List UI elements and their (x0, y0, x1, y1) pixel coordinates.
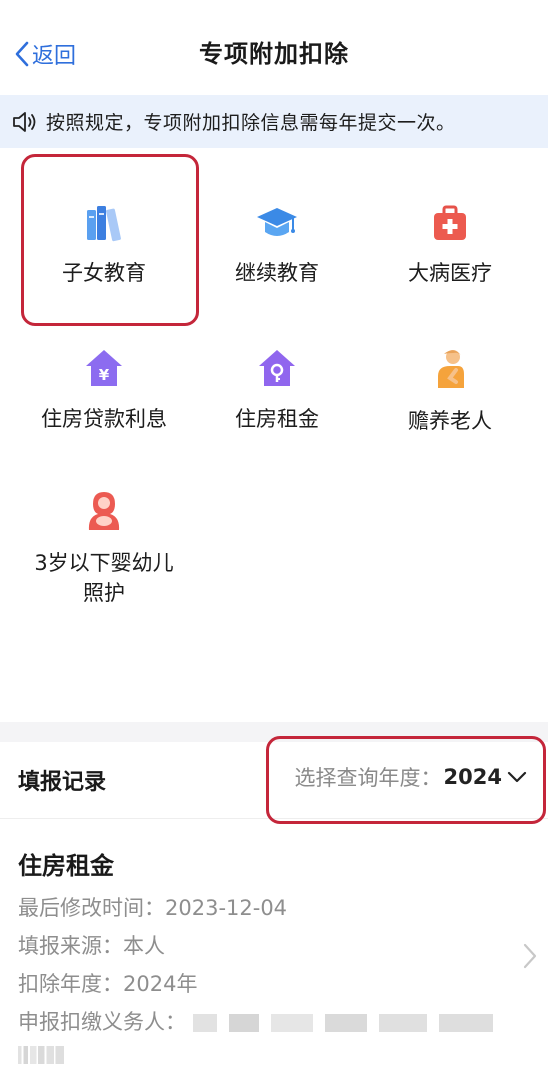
svg-text:¥: ¥ (99, 366, 110, 384)
medical-kit-icon (370, 204, 530, 242)
record-card[interactable]: 住房租金 最后修改时间：2023-12-04 填报来源：本人 扣除年度：2024… (0, 830, 548, 1090)
redacted-value (192, 1014, 493, 1032)
record-withholder: 申报扣缴义务人： (18, 1006, 493, 1036)
graduation-cap-icon (197, 204, 357, 242)
mother-baby-icon (24, 490, 184, 532)
category-label: 赡养老人 (408, 409, 492, 433)
record-withholder-label: 申报扣缴义务人： (18, 1010, 186, 1034)
category-continuing-education[interactable]: 继续教育 (197, 204, 357, 288)
books-icon (24, 204, 184, 242)
category-label: 子女教育 (62, 261, 146, 285)
record-modified-time: 最后修改时间：2023-12-04 (18, 896, 288, 920)
year-selector[interactable]: 选择查询年度： 2024 (295, 762, 528, 792)
year-selector-value: 2024 (443, 765, 502, 789)
category-elderly-support[interactable]: 赡养老人 (370, 348, 530, 436)
category-label: 3岁以下婴幼儿照护 (34, 551, 174, 605)
page-title: 专项附加扣除 (199, 40, 349, 68)
category-label: 住房贷款利息 (41, 407, 167, 431)
category-housing-rent[interactable]: 住房租金 (197, 348, 357, 434)
category-infant-care[interactable]: 3岁以下婴幼儿照护 (24, 490, 184, 608)
category-grid: 子女教育 继续教育 大病医疗 ¥ 住房贷款利息 住房租金 赡养老人 3岁以下婴幼… (0, 150, 548, 720)
record-withholder-continued (18, 1042, 64, 1066)
category-serious-illness[interactable]: 大病医疗 (370, 204, 530, 288)
house-yuan-icon: ¥ (24, 348, 184, 388)
category-housing-loan-interest[interactable]: ¥ 住房贷款利息 (24, 348, 184, 434)
redacted-value (18, 1046, 64, 1064)
record-source: 填报来源：本人 (18, 934, 165, 958)
category-children-education[interactable]: 子女教育 (24, 204, 184, 288)
notice-banner: 按照规定，专项附加扣除信息需每年提交一次。 (0, 95, 548, 148)
category-label: 住房租金 (235, 407, 319, 431)
records-header: 填报记录 选择查询年度： 2024 (0, 736, 548, 824)
category-label: 大病医疗 (408, 261, 492, 285)
records-title: 填报记录 (18, 770, 107, 795)
notice-text: 按照规定，专项附加扣除信息需每年提交一次。 (46, 112, 456, 134)
chevron-right-icon (522, 942, 538, 974)
house-key-icon (197, 348, 357, 388)
chevron-down-icon (507, 771, 527, 783)
category-label: 继续教育 (235, 261, 319, 285)
speaker-icon (12, 110, 38, 134)
record-year: 扣除年度：2024年 (18, 972, 198, 996)
elderly-person-icon (370, 348, 530, 390)
record-title: 住房租金 (18, 852, 114, 880)
nav-bar: 返回 专项附加扣除 (0, 0, 548, 90)
year-selector-label: 选择查询年度： (294, 766, 442, 790)
